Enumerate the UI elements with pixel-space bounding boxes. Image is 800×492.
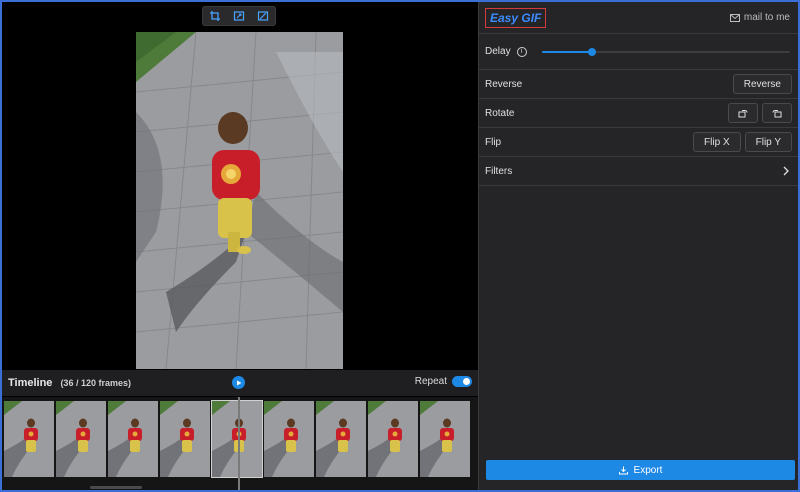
preview-area: Timeline (36 / 120 frames) Repeat bbox=[2, 2, 478, 490]
rotate-right-button[interactable] bbox=[762, 103, 792, 123]
timeline-title: Timeline bbox=[8, 377, 53, 389]
crop-icon[interactable] bbox=[206, 8, 224, 24]
rotate-label: Rotate bbox=[485, 107, 515, 119]
mail-link[interactable]: mail to me bbox=[729, 12, 790, 23]
play-button[interactable] bbox=[232, 376, 245, 389]
gif-preview bbox=[136, 32, 343, 369]
delay-row: Delay i bbox=[479, 34, 798, 70]
info-icon[interactable]: i bbox=[516, 46, 527, 57]
filters-label: Filters bbox=[485, 165, 513, 177]
frame-thumbnail[interactable] bbox=[108, 401, 158, 477]
rotate-left-icon bbox=[738, 110, 748, 118]
panel-header: Easy GIF mail to me bbox=[479, 2, 798, 34]
timeline-frame-count: (36 / 120 frames) bbox=[60, 378, 131, 388]
frame-thumbnail[interactable] bbox=[264, 401, 314, 477]
frame-thumbnail[interactable] bbox=[211, 400, 263, 478]
frame-thumbnail[interactable] bbox=[316, 401, 366, 477]
frame-thumbnail[interactable] bbox=[160, 401, 210, 477]
playhead[interactable] bbox=[238, 397, 240, 490]
reverse-row: Reverse Reverse bbox=[479, 70, 798, 99]
mail-icon bbox=[729, 13, 740, 22]
settings-panel: Easy GIF mail to me Delay i Reverse Reve… bbox=[478, 2, 798, 490]
repeat-label: Repeat bbox=[414, 376, 447, 387]
app-logo: Easy GIF bbox=[485, 7, 547, 28]
frame-thumbnail[interactable] bbox=[420, 401, 470, 477]
download-icon bbox=[618, 466, 628, 474]
frame-strip bbox=[4, 400, 470, 478]
reverse-button[interactable]: Reverse bbox=[732, 74, 792, 94]
delay-slider[interactable] bbox=[542, 47, 790, 57]
flip-row: Flip Flip X Flip Y bbox=[479, 128, 798, 157]
timeline-header: Timeline (36 / 120 frames) Repeat bbox=[2, 370, 478, 396]
flip-x-button[interactable]: Flip X bbox=[693, 132, 741, 152]
repeat-toggle[interactable] bbox=[452, 376, 472, 387]
filters-row[interactable]: Filters bbox=[479, 157, 798, 186]
resize-icon[interactable] bbox=[230, 8, 248, 24]
frame-thumbnail[interactable] bbox=[56, 401, 106, 477]
rotate-left-button[interactable] bbox=[728, 103, 758, 123]
app-window: Timeline (36 / 120 frames) Repeat Easy G… bbox=[0, 0, 800, 492]
chevron-right-icon[interactable] bbox=[780, 165, 792, 177]
rotate-right-icon bbox=[772, 110, 782, 118]
repeat-control: Repeat bbox=[415, 376, 472, 387]
frames-scrollbar[interactable] bbox=[90, 486, 142, 489]
reverse-label: Reverse bbox=[485, 78, 523, 90]
edit-toolbar bbox=[202, 6, 276, 26]
rotate-row: Rotate bbox=[479, 99, 798, 128]
frame-strip-area bbox=[2, 397, 478, 490]
delay-label: Delay bbox=[485, 46, 511, 57]
export-label: Export bbox=[633, 464, 663, 476]
delay-slider-thumb[interactable] bbox=[587, 47, 596, 56]
transform-icon[interactable] bbox=[254, 8, 272, 24]
mail-label: mail to me bbox=[743, 12, 790, 23]
flip-y-button[interactable]: Flip Y bbox=[744, 132, 792, 152]
export-button[interactable]: Export bbox=[486, 460, 795, 480]
preview-image bbox=[136, 32, 343, 369]
frame-thumbnail[interactable] bbox=[4, 401, 54, 477]
flip-label: Flip bbox=[485, 136, 502, 148]
play-icon bbox=[236, 380, 241, 385]
frame-thumbnail[interactable] bbox=[368, 401, 418, 477]
